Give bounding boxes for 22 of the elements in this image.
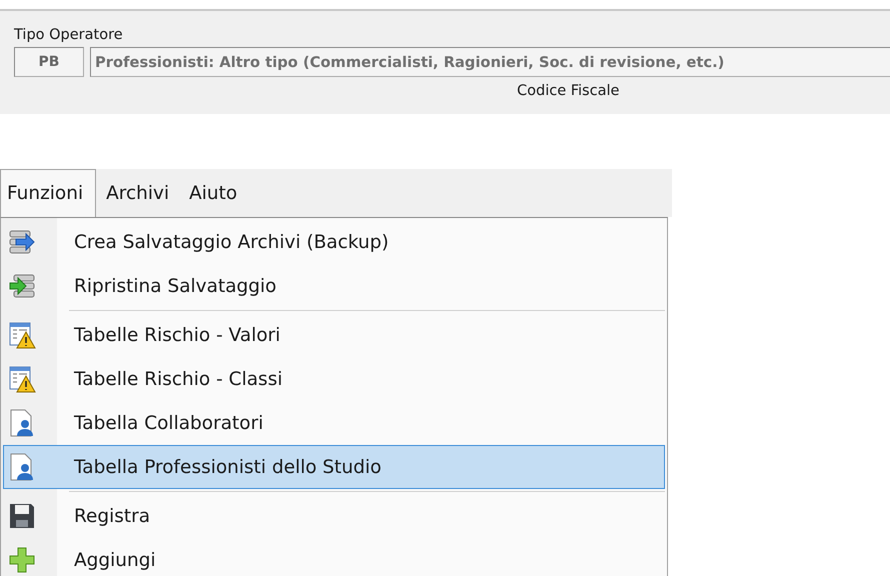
table-warning-icon: [8, 365, 36, 393]
menu-item[interactable]: Crea Salvataggio Archivi (Backup): [3, 220, 665, 264]
person-document-icon: [8, 409, 36, 437]
menu-bar-item[interactable]: Funzioni: [0, 169, 96, 217]
menu-item[interactable]: Aggiungi: [3, 538, 665, 576]
restore-arrow-icon: [8, 272, 36, 300]
menu-item[interactable]: Tabella Professionisti dello Studio: [3, 445, 665, 489]
description-field[interactable]: Professionisti: Altro tipo (Commercialisti, Ragionieri, Soc. di revisione, etc.): [90, 47, 890, 77]
table-warning-icon: [8, 321, 36, 349]
backup-arrow-icon: [8, 228, 36, 256]
field-label: Codice Fiscale: [517, 83, 620, 99]
plus-icon: [8, 546, 36, 574]
menu-bar-item[interactable]: Aiuto: [179, 169, 248, 217]
person-document-icon: [8, 453, 36, 481]
menu-item[interactable]: Tabella Collaboratori: [3, 401, 665, 445]
menu-bar-item[interactable]: Archivi: [96, 169, 180, 217]
menu-item[interactable]: Registra: [3, 494, 665, 538]
code-field[interactable]: PB: [14, 47, 84, 77]
field-label: Tipo Operatore: [14, 26, 123, 43]
menu-item[interactable]: Tabelle Rischio - Valori: [3, 313, 665, 357]
menu-item[interactable]: Ripristina Salvataggio: [3, 264, 665, 308]
menu-item[interactable]: Tabelle Rischio - Classi: [3, 357, 665, 401]
